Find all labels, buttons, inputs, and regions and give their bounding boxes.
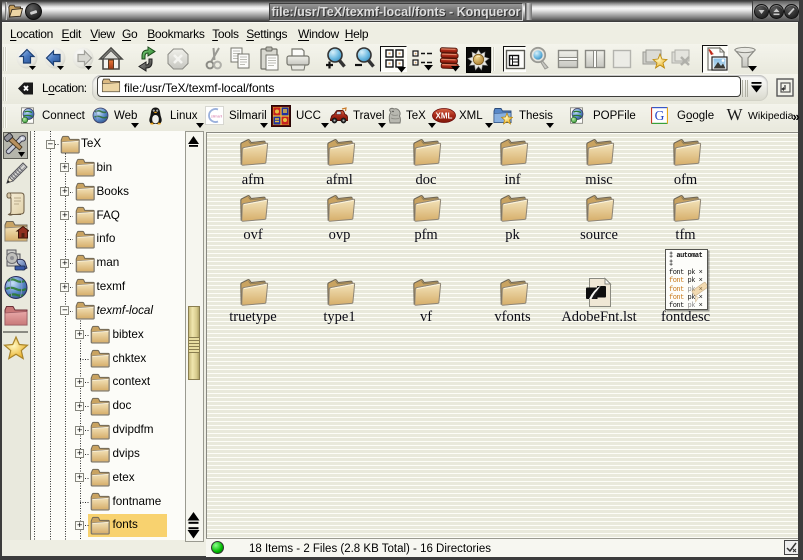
svg-text:silmaril: silmaril (211, 115, 222, 119)
svg-text:XML: XML (436, 112, 453, 121)
svg-text:W: W (726, 106, 743, 123)
svg-text:G: G (655, 108, 665, 123)
